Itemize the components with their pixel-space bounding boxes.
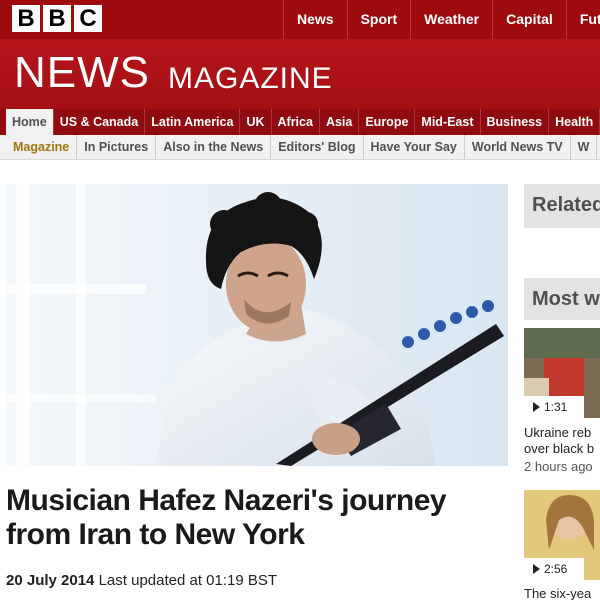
story-timestamp: 2 hours ago (524, 459, 593, 474)
play-icon (533, 402, 540, 412)
section-item-us-canada[interactable]: US & Canada (54, 109, 146, 135)
section-item-business[interactable]: Business (481, 109, 550, 135)
sub-nav-world-news-tv[interactable]: World News TV (465, 135, 571, 159)
article-headline: Musician Hafez Nazeri's journey from Ira… (6, 484, 506, 552)
video-thumbnail[interactable]: 1:31 (524, 328, 600, 418)
section-item-asia[interactable]: Asia (320, 109, 360, 135)
headline-line-2: from Iran to New York (6, 518, 305, 551)
video-duration-badge: 2:56 (524, 558, 584, 580)
sub-nav-in-pictures[interactable]: In Pictures (77, 135, 157, 159)
bbc-top-bar: B B C News Sport Weather Capital Futur (0, 0, 600, 39)
story-title-line[interactable]: over black b (524, 441, 600, 457)
video-duration-badge: 1:31 (524, 396, 584, 418)
section-item-europe[interactable]: Europe (359, 109, 416, 135)
top-nav: News Sport Weather Capital Futur (283, 0, 600, 39)
section-item-uk[interactable]: UK (240, 109, 272, 135)
bbc-logo-letter: B (12, 5, 40, 32)
play-icon (533, 564, 540, 574)
top-nav-weather[interactable]: Weather (410, 0, 492, 39)
section-item-health[interactable]: Health (549, 109, 600, 135)
bbc-logo-letter: B (43, 5, 71, 32)
sub-nav-have-your-say[interactable]: Have Your Say (364, 135, 465, 159)
article-byline: 20 July 2014 Last updated at 01:19 BST (6, 572, 277, 589)
bbc-logo[interactable]: B B C (12, 5, 102, 32)
article-updated: Last updated at 01:19 BST (98, 572, 278, 589)
section-item-latin-america[interactable]: Latin America (145, 109, 241, 135)
sub-nav: Magazine In Pictures Also in the News Ed… (0, 135, 600, 160)
video-duration: 2:56 (544, 562, 568, 576)
hero-image[interactable] (6, 184, 508, 466)
top-nav-news[interactable]: News (283, 0, 347, 39)
most-watched-title: Most w (532, 288, 600, 310)
story-title-line[interactable]: The six-yea (524, 586, 600, 600)
section-nav: Home US & Canada Latin America UK Africa… (0, 109, 600, 135)
bbc-logo-letter: C (74, 5, 102, 32)
top-nav-sport[interactable]: Sport (346, 0, 411, 39)
story-title-line[interactable]: Ukraine reb (524, 425, 600, 441)
sub-nav-editors-blog[interactable]: Editors' Blog (271, 135, 364, 159)
video-duration: 1:31 (544, 400, 568, 414)
top-nav-capital[interactable]: Capital (492, 0, 566, 39)
sub-nav-more[interactable]: W (571, 135, 598, 159)
musician-photo (6, 184, 508, 466)
section-item-africa[interactable]: Africa (272, 109, 320, 135)
sub-nav-magazine[interactable]: Magazine (6, 135, 78, 159)
headline-line-1: Musician Hafez Nazeri's journey (6, 484, 447, 517)
masthead: NEWS MAGAZINE (0, 39, 600, 109)
news-wordmark[interactable]: NEWS (14, 51, 150, 95)
magazine-wordmark[interactable]: MAGAZINE (168, 64, 333, 94)
related-title: Related (532, 194, 600, 216)
related-section-header: Related (524, 184, 600, 228)
top-nav-future[interactable]: Futur (565, 0, 600, 39)
article-date: 20 July 2014 (6, 572, 95, 589)
section-item-home[interactable]: Home (6, 109, 54, 135)
most-watched-header: Most w (524, 278, 600, 320)
video-thumbnail[interactable]: 2:56 (524, 490, 600, 580)
sub-nav-also-in-the-news[interactable]: Also in the News (156, 135, 272, 159)
section-item-mid-east[interactable]: Mid-East (415, 109, 481, 135)
